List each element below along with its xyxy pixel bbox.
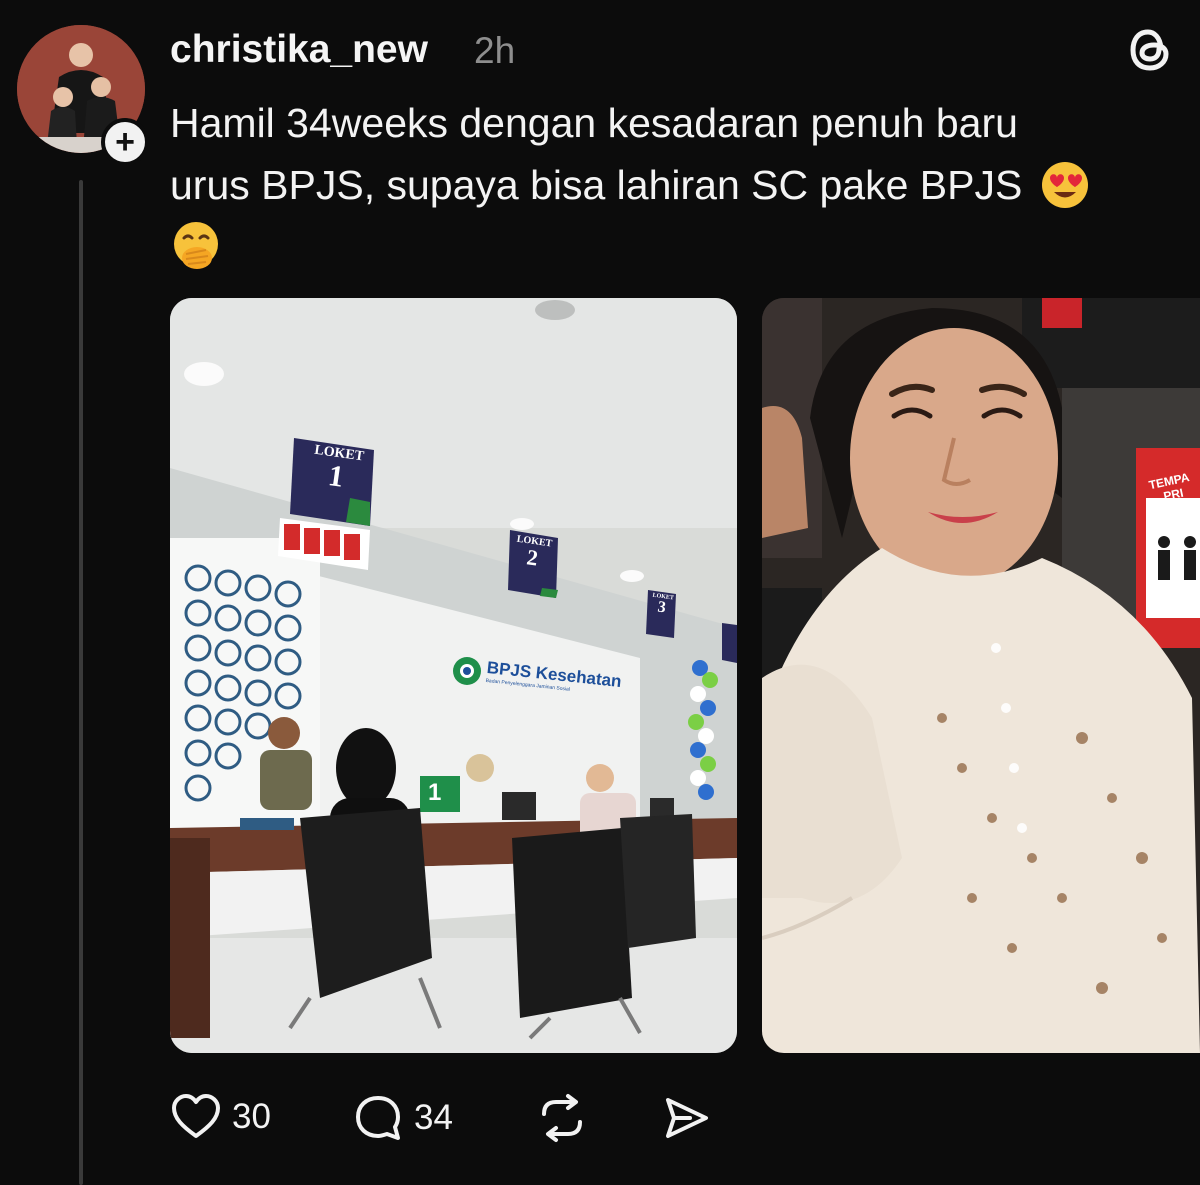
share-icon	[666, 1098, 708, 1138]
username[interactable]: christika_new	[170, 28, 428, 72]
post-text: Hamil 34weeks dengan kesadaran penuh bar…	[170, 92, 1170, 274]
follow-plus-icon[interactable]: +	[101, 118, 149, 166]
hand-over-mouth-emoji	[174, 222, 218, 270]
post-text-line-2: urus BPJS, supaya bisa lahiran SC pake B…	[170, 162, 1023, 208]
photo-selfie[interactable]: TEMPA PRI	[762, 298, 1200, 1053]
post-text-line-1: Hamil 34weeks dengan kesadaran penuh bar…	[170, 100, 1018, 146]
reply-count: 34	[414, 1098, 453, 1137]
post-time: 2h	[474, 30, 516, 71]
reply-button[interactable]: 34	[352, 1092, 453, 1144]
photo-bpjs-office[interactable]: LOKET 1 LOKET 2 LOKET 3 BPJS Kesehatan B…	[170, 298, 737, 1053]
heart-eyes-emoji	[1042, 162, 1089, 208]
repost-button[interactable]	[534, 1092, 590, 1144]
share-button[interactable]	[660, 1092, 712, 1144]
like-button[interactable]: 30	[170, 1092, 271, 1142]
like-count: 30	[232, 1097, 271, 1136]
selfie-scene	[762, 298, 1200, 1053]
office-scene	[170, 298, 737, 1053]
comment-icon	[356, 1096, 400, 1140]
thread-line	[79, 180, 83, 1185]
heart-icon	[172, 1094, 220, 1138]
desk-number: 1	[428, 779, 442, 806]
repost-icon	[542, 1094, 582, 1142]
threads-logo-icon[interactable]	[1120, 20, 1180, 80]
